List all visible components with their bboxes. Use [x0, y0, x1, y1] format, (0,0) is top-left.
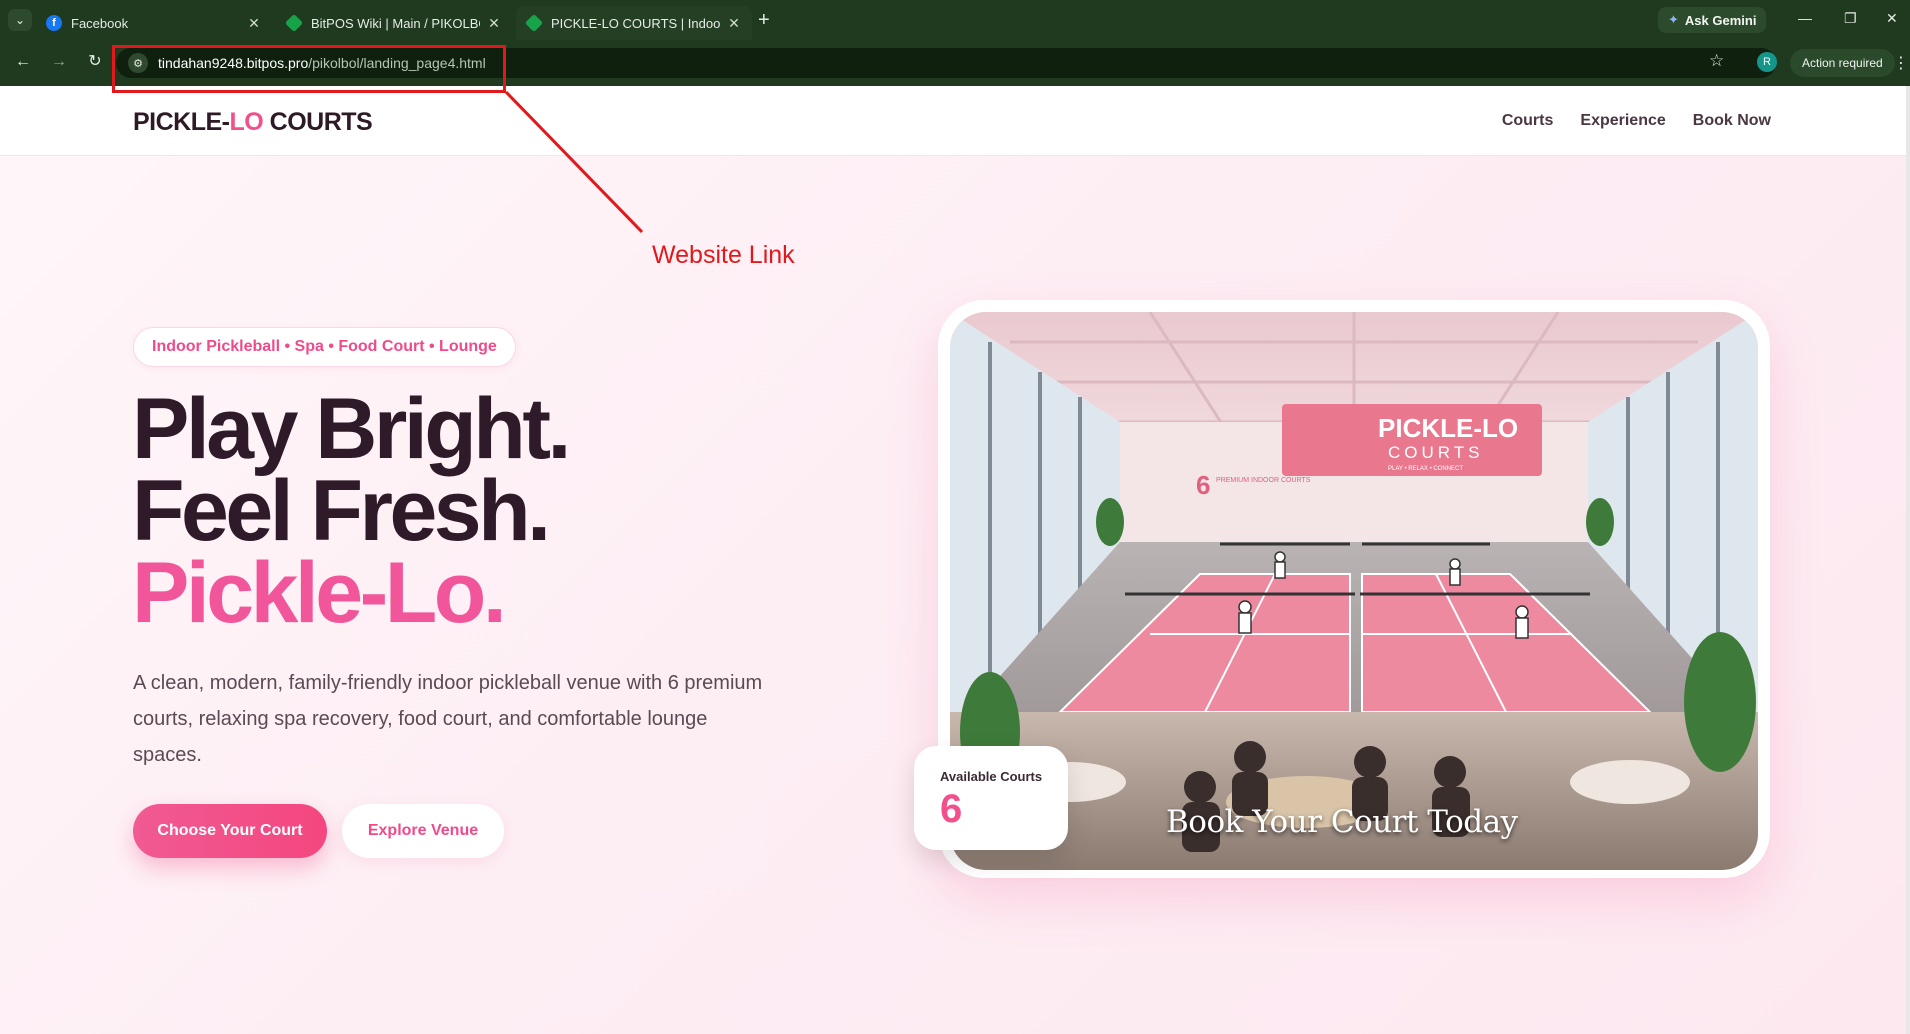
tab-search-chevron-icon[interactable]: ⌄: [8, 9, 32, 31]
sign-tagline: PLAY • RELAX • CONNECT: [1388, 466, 1463, 472]
ask-gemini-button[interactable]: ✦ Ask Gemini: [1658, 7, 1767, 33]
available-courts-label: Available Courts: [940, 769, 1043, 784]
more-menu-icon[interactable]: ⋮: [1893, 53, 1909, 73]
headline-line-3: Pickle-Lo.: [132, 545, 507, 641]
site-header: PICKLE-LO COURTS Courts Experience Book …: [0, 86, 1906, 156]
reload-icon[interactable]: ↻: [84, 51, 106, 73]
venue-hero-image: PICKLE-LO COURTS PLAY • RELAX • CONNECT …: [950, 312, 1758, 870]
image-overlay-caption: Book Your Court Today: [1166, 804, 1518, 840]
action-required-button[interactable]: Action required: [1790, 49, 1895, 77]
site-nav: Courts Experience Book Now: [1502, 112, 1771, 130]
venue-illustration: PICKLE-LO COURTS PLAY • RELAX • CONNECT …: [950, 312, 1758, 870]
gemini-sparkle-icon: ✦: [1668, 12, 1679, 27]
minimize-icon[interactable]: —: [1798, 10, 1812, 26]
choose-your-court-button[interactable]: Choose Your Court: [133, 804, 327, 858]
tab-pickle-lo-courts[interactable]: PICKLE-LO COURTS | Indoor Pic ✕: [516, 6, 752, 40]
annotation-label: Website Link: [652, 241, 795, 269]
close-icon[interactable]: ✕: [726, 15, 742, 32]
close-icon[interactable]: ✕: [486, 15, 502, 32]
bitpos-gem-icon: [524, 13, 544, 33]
headline-line-1: Play Bright.: [132, 381, 571, 477]
back-icon[interactable]: ←: [12, 51, 34, 73]
page-scrollbar[interactable]: [1906, 86, 1910, 1034]
sign-title: PICKLE-LO: [1378, 413, 1518, 443]
explore-venue-button[interactable]: Explore Venue: [342, 804, 504, 858]
amenities-pill: Indoor Pickleball • Spa • Food Court • L…: [133, 327, 516, 367]
logo-accent: LO: [229, 108, 264, 136]
logo-suffix: COURTS: [263, 108, 373, 136]
restore-icon[interactable]: ❐: [1844, 10, 1857, 27]
wall-number: 6: [1196, 470, 1210, 500]
logo-prefix: PICKLE-: [133, 108, 230, 136]
hero-headline: Play Bright. Feel Fresh. Pickle-Lo.: [132, 381, 571, 641]
hero-description: A clean, modern, family-friendly indoor …: [133, 672, 763, 766]
facebook-icon: f: [46, 15, 62, 31]
tab-title: Facebook: [71, 15, 129, 31]
available-courts-count: 6: [940, 787, 963, 831]
ask-gemini-label: Ask Gemini: [1684, 12, 1757, 28]
nav-link-experience[interactable]: Experience: [1580, 112, 1665, 130]
headline-line-2: Feel Fresh.: [132, 463, 551, 559]
window-close-icon[interactable]: ✕: [1886, 10, 1898, 27]
nav-link-book-now[interactable]: Book Now: [1693, 112, 1771, 130]
nav-link-courts[interactable]: Courts: [1502, 112, 1554, 130]
tab-title: BitPOS Wiki | Main / PIKOLBOL: [311, 15, 480, 31]
close-icon[interactable]: ✕: [246, 15, 262, 32]
site-logo[interactable]: PICKLE-LO COURTS: [133, 108, 373, 137]
tab-bitpos-wiki[interactable]: BitPOS Wiki | Main / PIKOLBOL ✕: [276, 6, 512, 40]
bookmark-star-icon[interactable]: ☆: [1709, 51, 1724, 71]
sign-subtitle: COURTS: [1388, 443, 1483, 462]
tab-facebook[interactable]: f Facebook ✕: [36, 6, 272, 40]
forward-icon[interactable]: →: [48, 51, 70, 73]
tab-title: PICKLE-LO COURTS | Indoor Pic: [551, 15, 720, 31]
bitpos-gem-icon: [284, 13, 304, 33]
website-link-highlight-box: [112, 45, 506, 93]
wall-text: PREMIUM INDOOR COURTS: [1216, 477, 1311, 484]
available-courts-card: [914, 746, 1068, 850]
new-tab-button[interactable]: +: [758, 10, 770, 30]
profile-avatar[interactable]: R: [1757, 52, 1777, 72]
